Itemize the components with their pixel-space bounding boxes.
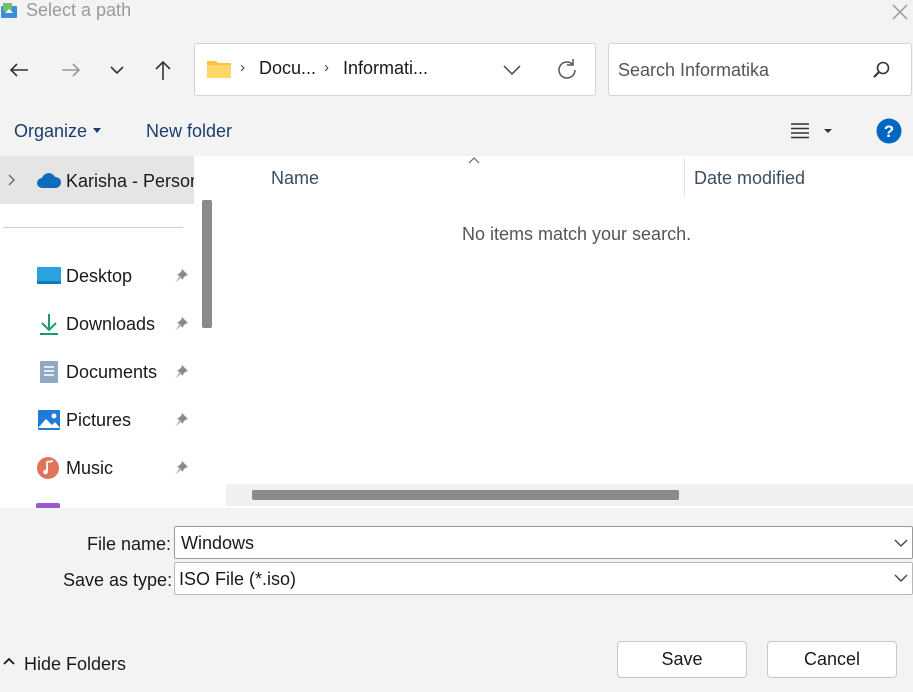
nav-item-label: Downloads [66,314,156,334]
command-bar [0,107,913,156]
download-icon [36,312,62,336]
cancel-button[interactable]: Cancel [767,641,897,678]
close-icon[interactable] [889,1,911,23]
help-glyph: ? [884,122,894,141]
column-header-date-modified[interactable]: Date modified [694,168,805,189]
search-icon[interactable] [870,59,892,81]
pin-icon[interactable] [172,315,190,333]
caret-down-icon [92,128,102,134]
file-name-value[interactable]: Windows [181,533,254,554]
empty-state-message: No items match your search. [462,224,692,244]
chevron-right-icon[interactable] [6,172,18,188]
sort-ascending-icon [467,156,481,164]
pin-icon[interactable] [172,411,190,429]
onedrive-cloud-icon [36,172,62,190]
title-bar [0,0,913,26]
nav-item-onedrive-label: Karisha - Personal [66,171,194,191]
up-button[interactable] [148,55,178,85]
breadcrumb-informatika[interactable]: Informati... [343,58,428,79]
breadcrumb-separator: › [240,59,245,76]
horizontal-scrollbar-thumb[interactable] [252,490,679,500]
nav-item-label: Pictures [66,410,132,430]
forward-button[interactable] [56,55,86,85]
nav-item-label: Documents [66,362,158,382]
pin-icon[interactable] [172,267,190,285]
refresh-icon[interactable] [553,56,581,84]
new-folder-button[interactable]: New folder [146,121,232,142]
address-dropdown-chevron-icon[interactable] [498,56,526,84]
recent-locations-chevron-icon[interactable] [102,55,132,85]
pin-icon[interactable] [172,363,190,381]
file-name-label: File name: [87,534,172,554]
nav-item-label: Music [66,458,114,478]
help-icon[interactable]: ? [876,118,902,144]
hide-folders-button[interactable]: Hide Folders [24,654,126,675]
nav-divider [3,227,183,228]
window-title: Select a path [26,0,132,20]
save-as-type-value[interactable]: ISO File (*.iso) [179,569,296,590]
save-as-type-label: Save as type: [63,570,173,590]
column-divider[interactable] [684,158,685,196]
breadcrumb-separator: › [324,59,329,76]
breadcrumb-documents[interactable]: Docu... [259,58,316,79]
organize-menu[interactable]: Organize [14,121,87,142]
music-icon [36,456,62,480]
column-header-name[interactable]: Name [271,168,319,189]
nav-pane-scrollbar[interactable] [202,200,212,328]
chevron-up-icon[interactable] [2,656,16,666]
view-options-icon[interactable] [788,118,836,144]
nav-item-label: Desktop [66,266,133,286]
search-input[interactable] [618,58,858,82]
back-button[interactable] [4,55,34,85]
save-button[interactable]: Save [617,641,747,678]
pin-icon[interactable] [172,459,190,477]
documents-icon [36,360,62,384]
folder-icon [206,58,232,80]
app-icon [0,1,18,19]
save-as-type-chevron-down-icon[interactable] [892,569,910,587]
desktop-icon [36,264,62,288]
file-list-pane [220,156,913,508]
file-name-chevron-down-icon[interactable] [892,534,910,552]
file-name-field[interactable] [174,526,913,559]
pictures-icon [36,408,62,432]
